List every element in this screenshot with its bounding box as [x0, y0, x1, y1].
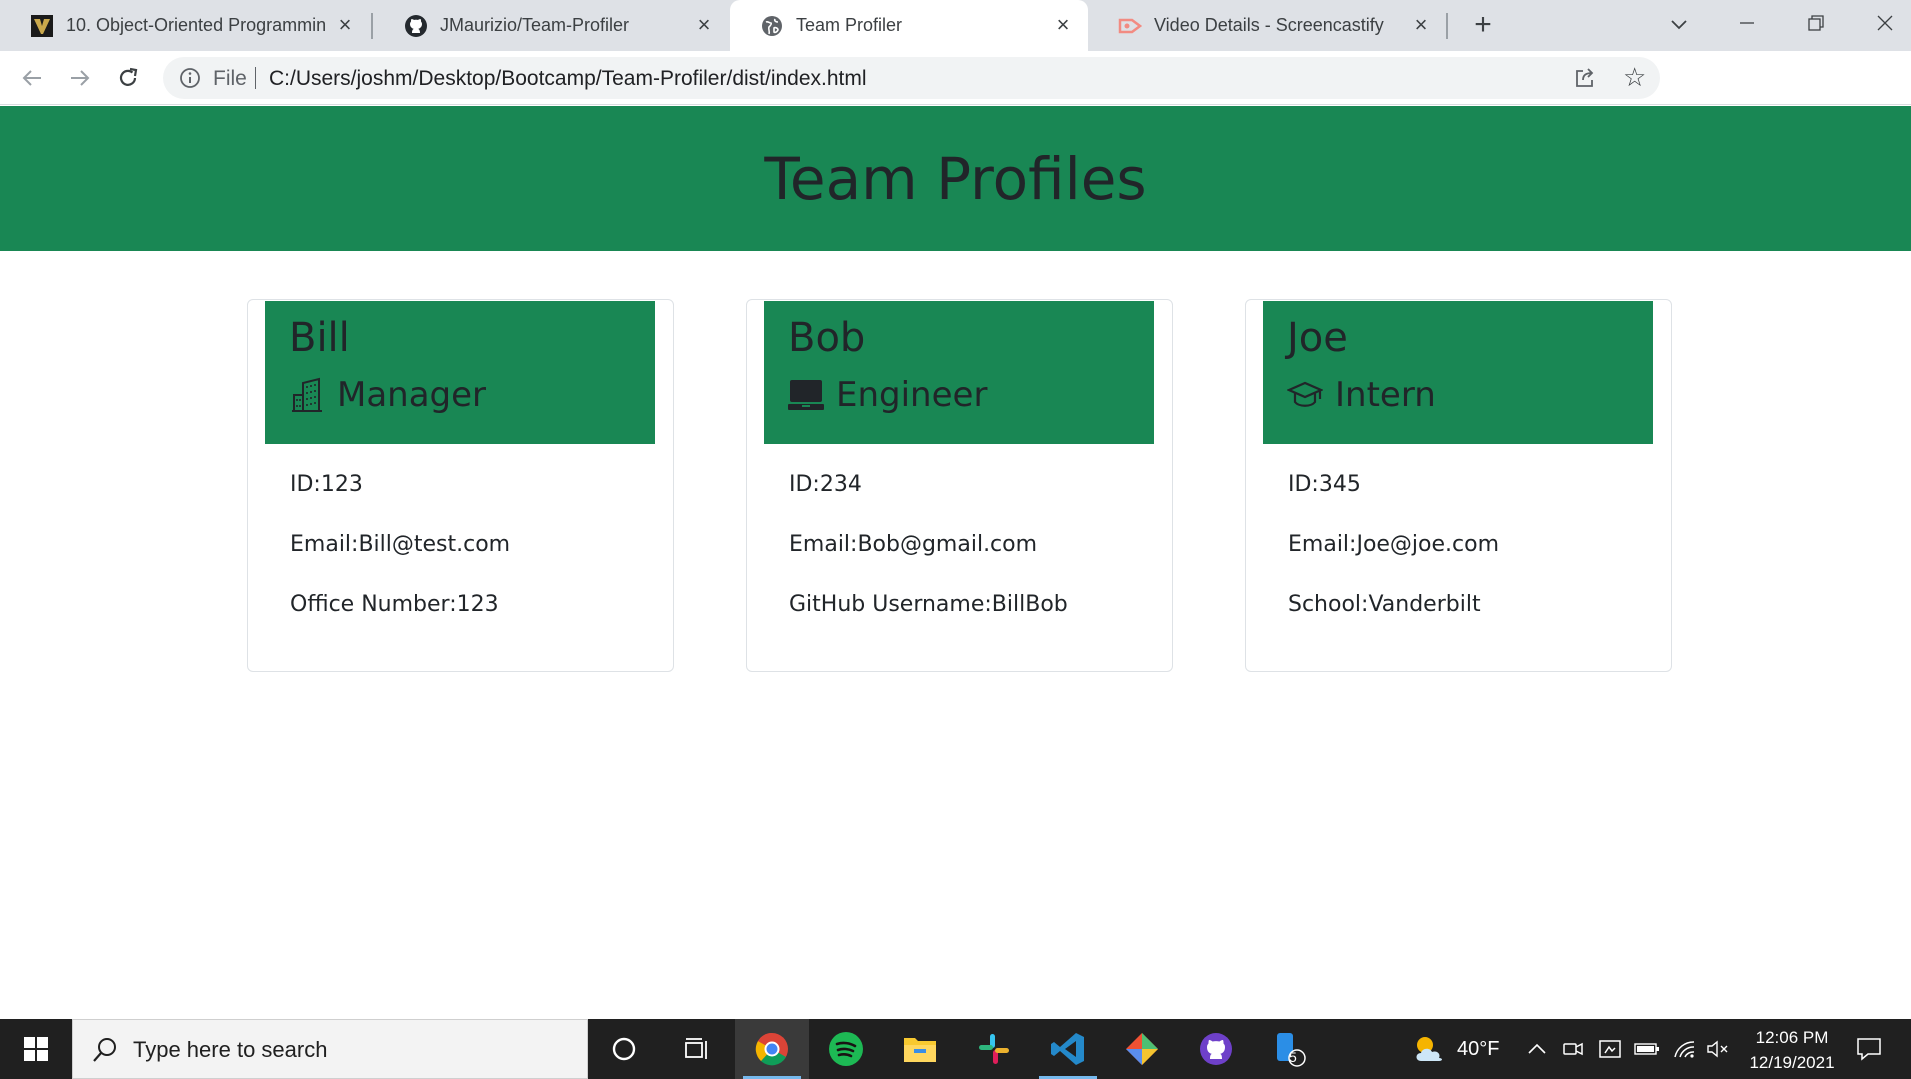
card-header: Bob Engineer: [764, 301, 1154, 444]
close-tab-icon[interactable]: ×: [1410, 14, 1432, 36]
vanderbilt-v-icon: [30, 14, 54, 38]
close-tab-icon[interactable]: ×: [1052, 14, 1074, 36]
employee-card-engineer: Bob Engineer ID:234 Email:Bob@gmail.com …: [746, 299, 1173, 672]
tab-search-chevron-icon[interactable]: [1662, 8, 1696, 42]
reload-icon[interactable]: [112, 62, 144, 94]
employee-school: School:Vanderbilt: [1288, 592, 1481, 617]
back-arrow-icon[interactable]: [16, 62, 48, 94]
spotify-icon[interactable]: [809, 1019, 883, 1079]
tab-github-repo[interactable]: JMaurizio/Team-Profiler ×: [374, 0, 729, 51]
tab-title: 10. Object-Oriented Programmin: [66, 15, 327, 35]
card-body: ID:123 Email:Bill@test.com Office Number…: [290, 470, 510, 650]
forward-arrow-icon[interactable]: [64, 62, 96, 94]
screen-capture-icon[interactable]: [1598, 1019, 1622, 1079]
building-icon: [289, 377, 325, 413]
weather-temperature: 40°F: [1457, 1037, 1500, 1060]
minimize-icon[interactable]: [1730, 8, 1764, 42]
card-body: ID:345 Email:Joe@joe.com School:Vanderbi…: [1288, 470, 1499, 650]
employee-office-number: Office Number:123: [290, 592, 499, 617]
vscode-icon[interactable]: [1031, 1019, 1105, 1079]
globe-icon: [760, 14, 784, 38]
role-label: Manager: [337, 375, 487, 415]
page-title: Team Profiles: [764, 144, 1147, 213]
employee-email[interactable]: Email:Joe@joe.com: [1288, 530, 1499, 590]
tab-screencastify[interactable]: Video Details - Screencastify ×: [1088, 0, 1446, 51]
page-header: Team Profiles: [0, 106, 1911, 251]
tab-separator: [1446, 13, 1448, 39]
tab-separator: [371, 13, 373, 39]
close-tab-icon[interactable]: ×: [334, 14, 356, 36]
notifications-icon[interactable]: [1856, 1019, 1882, 1079]
search-icon: [91, 1036, 119, 1064]
employee-name: Bob: [788, 315, 866, 361]
url-text[interactable]: C:/Users/joshm/Desktop/Bootcamp/Team-Pro…: [269, 67, 867, 91]
show-hidden-icons-chevron-icon[interactable]: [1527, 1019, 1547, 1079]
page-content: Team Profiles Bill Manager ID:123 Email:…: [0, 106, 1911, 1018]
phone-link-icon[interactable]: 5: [1253, 1019, 1327, 1079]
tab-title: Team Profiler: [796, 15, 903, 35]
scheme-divider: [255, 67, 256, 89]
clock-time: 12:06 PM: [1755, 1028, 1829, 1047]
employee-github[interactable]: GitHub Username:BillBob: [789, 590, 1068, 650]
browser-toolbar: File C:/Users/joshm/Desktop/Bootcamp/Tea…: [0, 51, 1911, 145]
task-view-icon[interactable]: [661, 1019, 735, 1079]
clock-date: 12/19/2021: [1749, 1053, 1835, 1072]
card-header: Joe Intern: [1263, 301, 1653, 444]
github-icon: [404, 14, 428, 38]
weather-cloud-sun-icon: [1411, 1034, 1447, 1064]
employee-card-intern: Joe Intern ID:345 Email:Joe@joe.com Scho…: [1245, 299, 1672, 672]
screencastify-icon: [1118, 14, 1142, 38]
gitkraken-icon[interactable]: [1105, 1019, 1179, 1079]
restore-icon[interactable]: [1799, 8, 1833, 42]
chrome-icon[interactable]: [735, 1019, 809, 1079]
role-label: Intern: [1335, 375, 1436, 415]
employee-card-manager: Bill Manager ID:123 Email:Bill@test.com …: [247, 299, 674, 672]
employee-name: Joe: [1287, 315, 1348, 361]
phone-badge-count: 5: [1289, 1049, 1297, 1065]
system-clock[interactable]: 12:06 PM 12/19/2021: [1740, 1025, 1844, 1075]
employee-email[interactable]: Email:Bill@test.com: [290, 530, 510, 590]
slack-icon[interactable]: [957, 1019, 1031, 1079]
tab-object-oriented[interactable]: 10. Object-Oriented Programmin ×: [0, 0, 370, 51]
employee-role: Engineer: [788, 375, 987, 415]
employee-role: Intern: [1287, 375, 1436, 415]
employee-name: Bill: [289, 315, 350, 361]
close-tab-icon[interactable]: ×: [693, 14, 715, 36]
tab-title: Video Details - Screencastify: [1154, 15, 1384, 35]
windows-taskbar: Type here to search 5 40°F 12:06 PM 12/1…: [0, 1019, 1911, 1079]
employee-id: ID:234: [789, 472, 862, 497]
role-label: Engineer: [836, 375, 988, 415]
share-icon[interactable]: [1573, 66, 1597, 90]
scheme-label: File: [213, 67, 247, 90]
address-bar[interactable]: File C:/Users/joshm/Desktop/Bootcamp/Tea…: [163, 57, 1660, 99]
employee-id: ID:345: [1288, 472, 1361, 497]
tab-strip: 10. Object-Oriented Programmin × JMauriz…: [0, 0, 1911, 51]
wifi-icon[interactable]: [1672, 1019, 1696, 1079]
taskbar-search[interactable]: Type here to search: [72, 1019, 588, 1079]
search-placeholder: Type here to search: [133, 1037, 328, 1062]
tab-title: JMaurizio/Team-Profiler: [440, 15, 630, 35]
employee-id: ID:123: [290, 472, 363, 497]
new-tab-button[interactable]: +: [1466, 9, 1500, 43]
cortana-icon[interactable]: [587, 1019, 661, 1079]
meet-now-icon[interactable]: [1562, 1019, 1584, 1079]
close-window-icon[interactable]: [1868, 8, 1902, 42]
card-body: ID:234 Email:Bob@gmail.com GitHub Userna…: [789, 470, 1068, 650]
github-desktop-icon[interactable]: [1179, 1019, 1253, 1079]
laptop-icon: [788, 377, 824, 413]
employee-role: Manager: [289, 375, 486, 415]
weather-widget[interactable]: 40°F: [1411, 1019, 1499, 1079]
tab-team-profiler[interactable]: Team Profiler ×: [730, 0, 1088, 51]
employee-email[interactable]: Email:Bob@gmail.com: [789, 530, 1068, 590]
windows-start-icon[interactable]: [0, 1019, 72, 1079]
battery-icon[interactable]: [1634, 1019, 1660, 1079]
info-icon[interactable]: [179, 67, 201, 89]
graduation-cap-icon: [1287, 377, 1323, 413]
card-header: Bill Manager: [265, 301, 655, 444]
volume-muted-icon[interactable]: [1706, 1019, 1730, 1079]
bookmark-star-icon[interactable]: ☆: [1623, 64, 1649, 90]
file-explorer-icon[interactable]: [883, 1019, 957, 1079]
